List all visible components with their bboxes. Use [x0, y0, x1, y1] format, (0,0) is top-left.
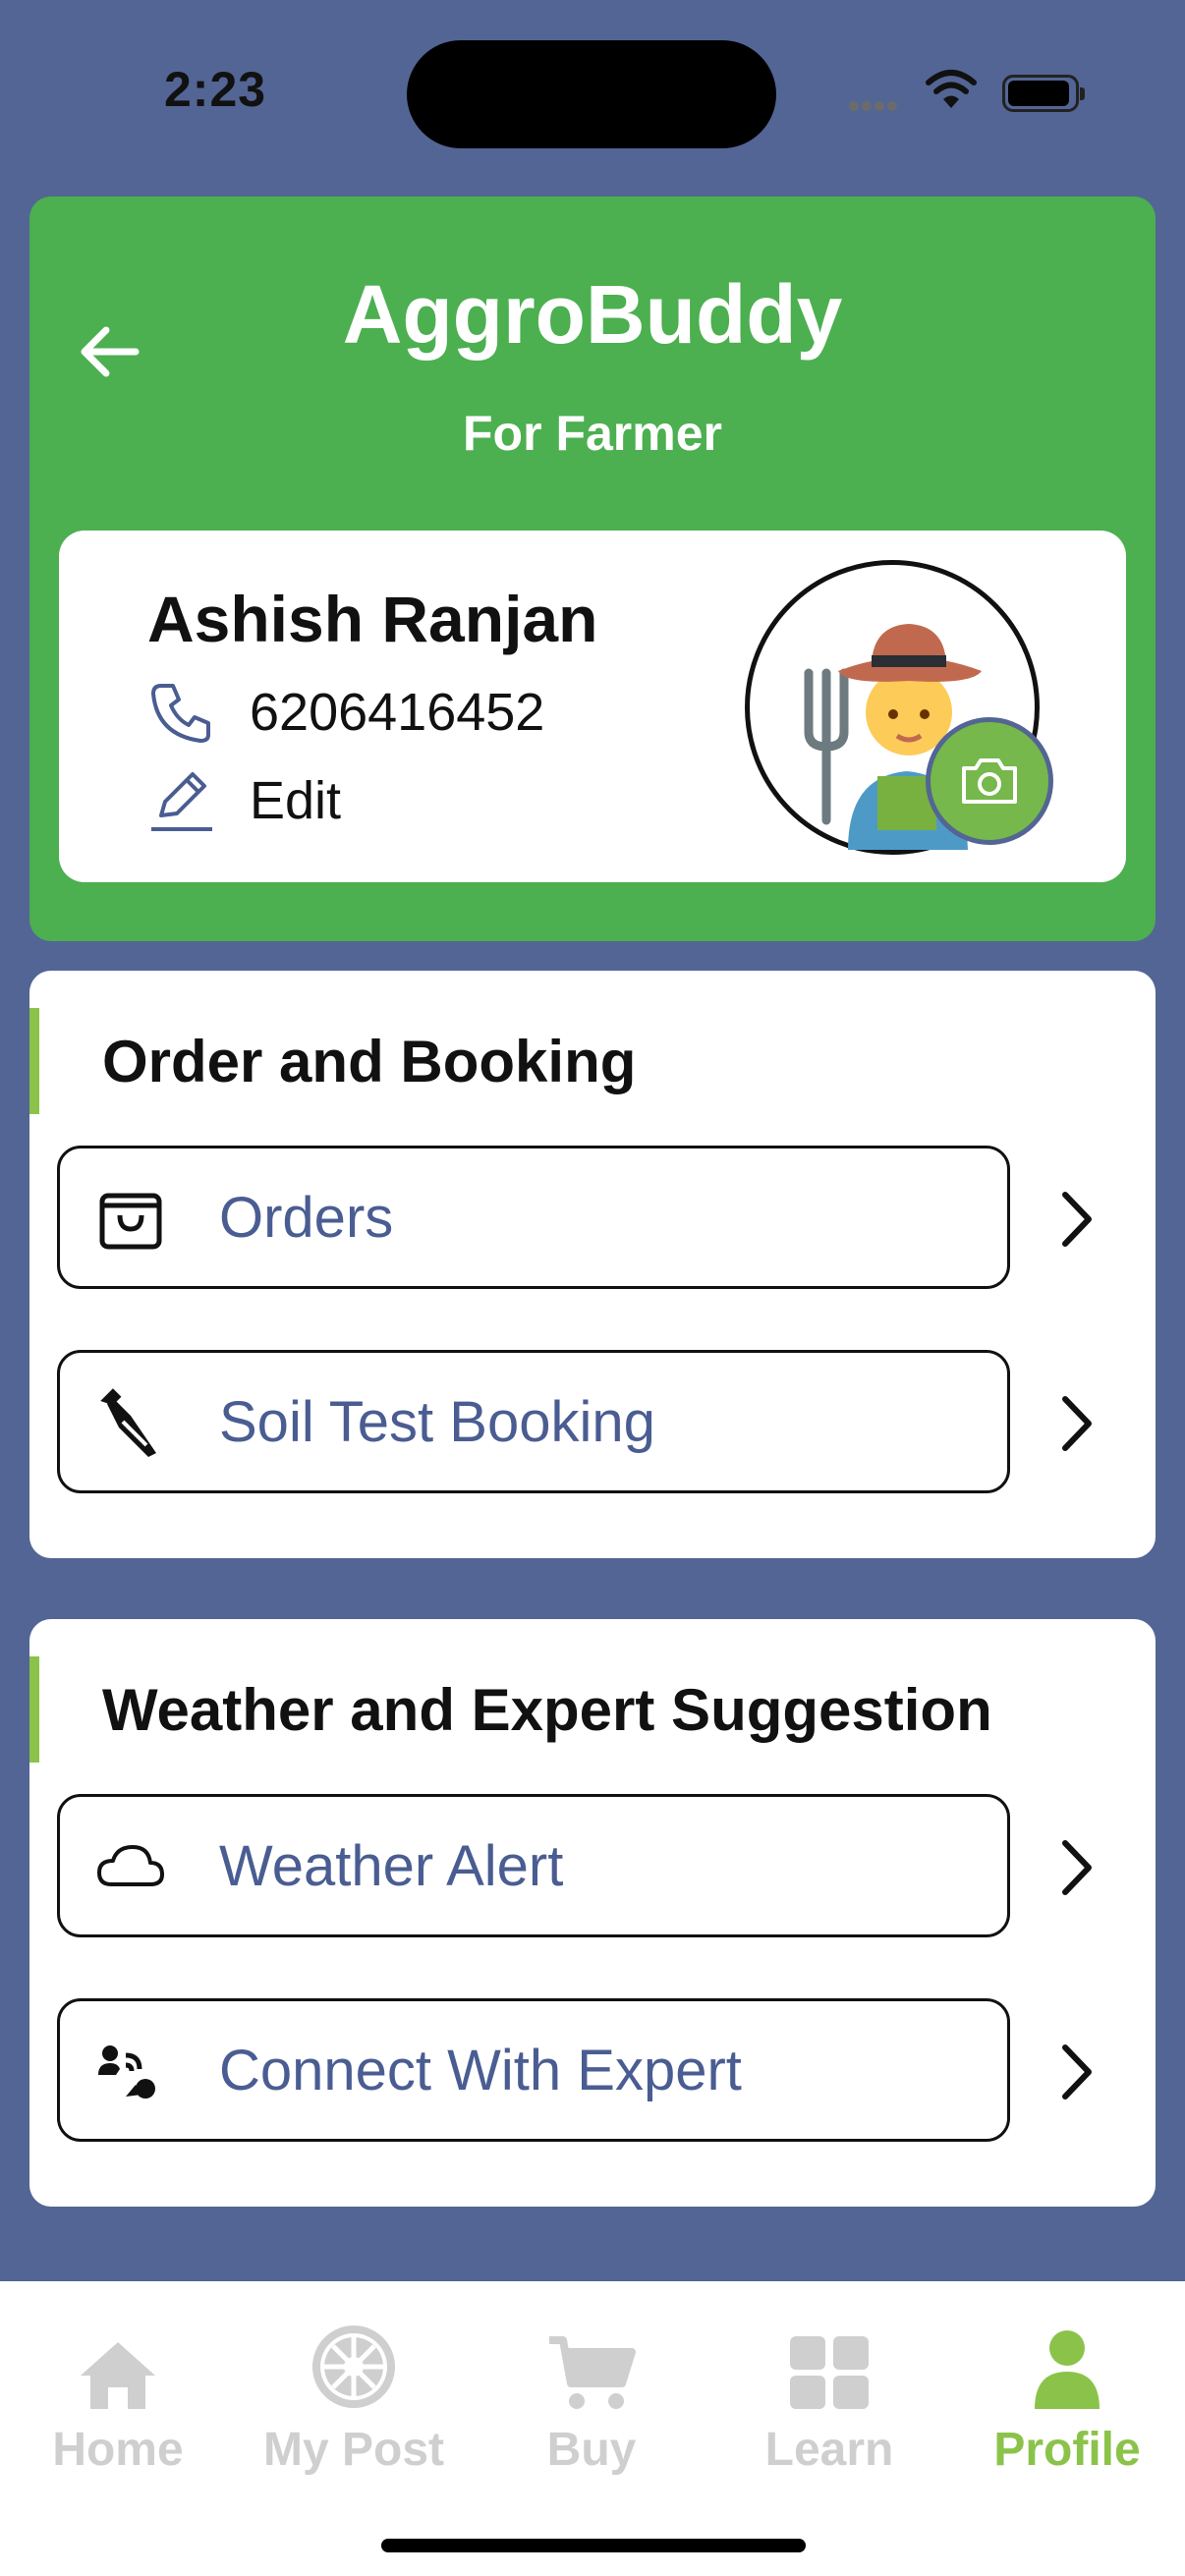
order-booking-section: Order and Booking Orders Soil Test Booki… — [29, 971, 1156, 1558]
cart-icon — [483, 2303, 700, 2411]
bottom-tab-bar: Home My Post Buy Learn Profile — [0, 2281, 1185, 2576]
cellular-signal-icon — [849, 98, 900, 116]
wifi-icon — [924, 69, 979, 117]
tab-label: Learn — [764, 2424, 894, 2476]
edit-label: Edit — [250, 771, 342, 830]
soil-test-booking-label: Soil Test Booking — [219, 1389, 655, 1454]
profile-card: Ashish Ranjan 6206416452 Edit — [59, 531, 1126, 882]
weather-expert-section: Weather and Expert Suggestion Weather Al… — [29, 1619, 1156, 2207]
user-name: Ashish Ranjan — [147, 583, 598, 655]
grid-icon — [721, 2303, 937, 2411]
shopping-bag-icon — [91, 1178, 170, 1257]
home-indicator — [381, 2539, 806, 2552]
phone-row: 6206416452 — [147, 678, 544, 747]
chevron-right-icon[interactable] — [1051, 1185, 1100, 1254]
battery-icon — [1002, 75, 1085, 112]
dropper-icon — [91, 1382, 170, 1461]
chevron-right-icon[interactable] — [1051, 1833, 1100, 1902]
tab-label: Buy — [546, 2424, 637, 2476]
tab-my-post[interactable]: My Post — [246, 2303, 462, 2477]
pencil-icon — [151, 772, 212, 831]
orders-label: Orders — [219, 1185, 394, 1250]
app-subtitle: For Farmer — [463, 406, 722, 461]
connect-with-expert-label: Connect With Expert — [219, 2038, 742, 2102]
soil-test-booking-button[interactable]: Soil Test Booking — [57, 1350, 1010, 1493]
chevron-right-icon[interactable] — [1051, 1389, 1100, 1458]
user-icon — [959, 2303, 1175, 2411]
tab-profile[interactable]: Profile — [959, 2303, 1175, 2477]
section-accent-bar — [29, 1656, 39, 1763]
phone-icon — [151, 684, 210, 743]
cloud-icon — [91, 1826, 170, 1905]
section-title: Weather and Expert Suggestion — [102, 1677, 992, 1743]
home-icon — [10, 2303, 226, 2411]
emblem-icon — [246, 2303, 462, 2411]
change-photo-button[interactable] — [926, 717, 1053, 845]
tab-label: Home — [52, 2424, 184, 2476]
status-bar: 2:23 — [0, 0, 1185, 187]
profile-header: AggroBuddy For Farmer Ashish Ranjan 6206… — [29, 196, 1156, 941]
section-accent-bar — [29, 1008, 39, 1114]
dynamic-island — [407, 40, 776, 148]
weather-alert-button[interactable]: Weather Alert — [57, 1794, 1010, 1937]
weather-alert-label: Weather Alert — [219, 1833, 564, 1898]
tab-label: Profile — [993, 2424, 1141, 2476]
camera-icon — [962, 758, 1017, 804]
app-title: AggroBuddy — [342, 268, 843, 361]
status-time: 2:23 — [164, 62, 267, 117]
expert-call-icon — [91, 2031, 170, 2109]
chevron-right-icon[interactable] — [1051, 2038, 1100, 2106]
orders-button[interactable]: Orders — [57, 1146, 1010, 1289]
edit-profile-button[interactable]: Edit — [147, 766, 341, 835]
tab-learn[interactable]: Learn — [721, 2303, 937, 2477]
phone-number: 6206416452 — [250, 683, 545, 742]
tab-label: My Post — [262, 2424, 445, 2476]
connect-with-expert-button[interactable]: Connect With Expert — [57, 1998, 1010, 2142]
section-title: Order and Booking — [102, 1029, 637, 1094]
tab-buy[interactable]: Buy — [483, 2303, 700, 2477]
tab-home[interactable]: Home — [10, 2303, 226, 2477]
